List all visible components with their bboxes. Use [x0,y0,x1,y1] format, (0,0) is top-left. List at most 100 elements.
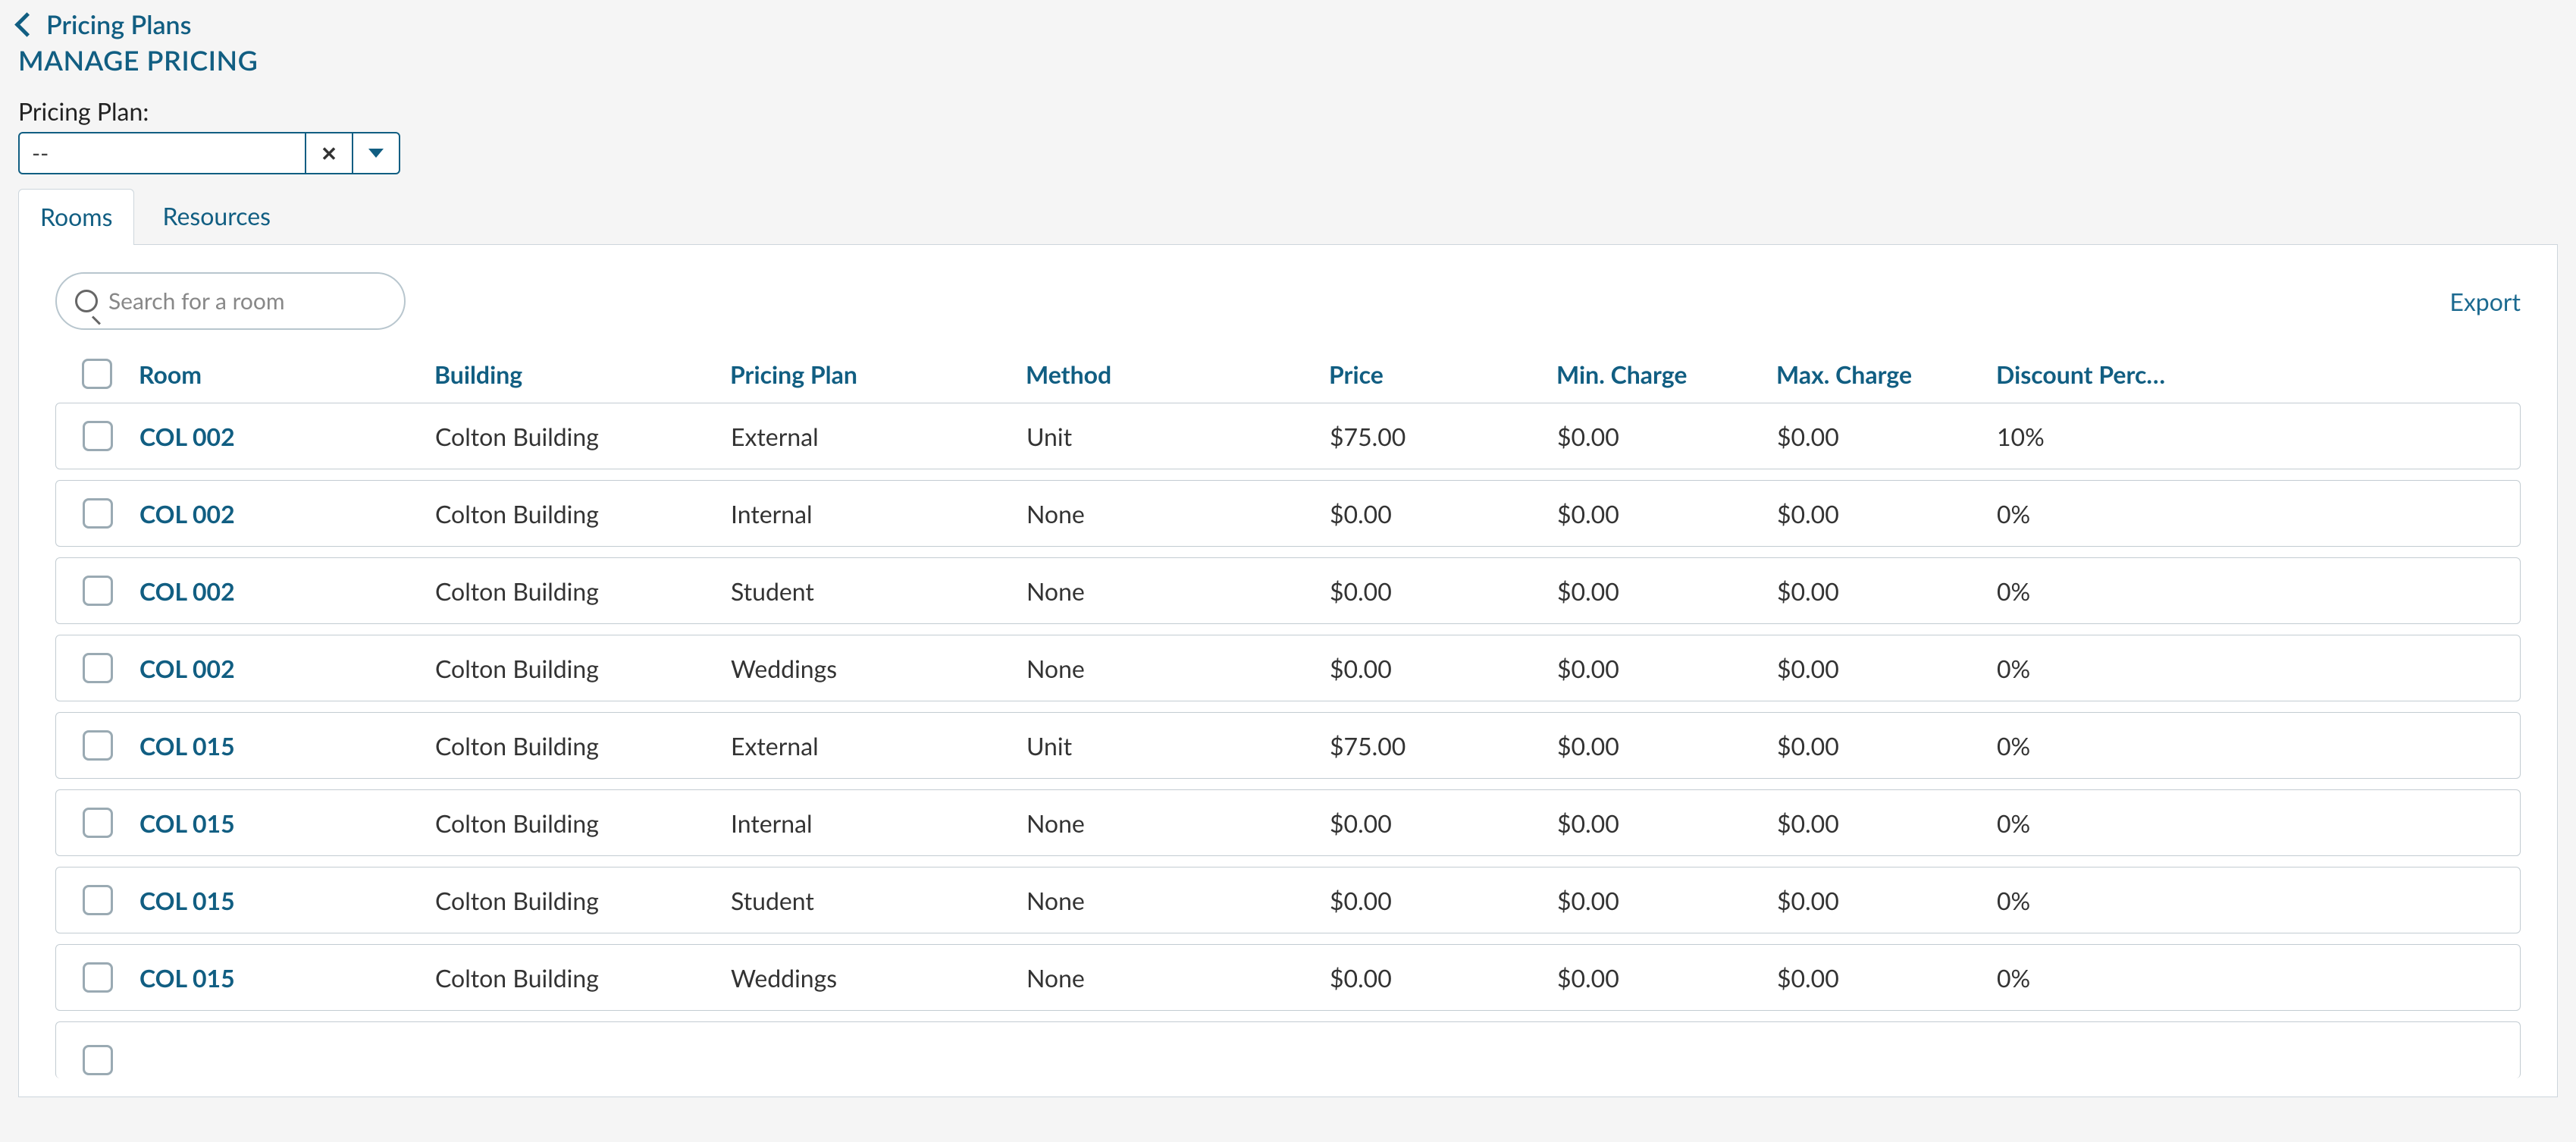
cell-disc: 0% [1997,576,2520,606]
pricing-plan-clear-button[interactable]: ✕ [305,133,352,173]
cell-price: $75.00 [1330,731,1557,761]
cell-building: Colton Building [435,808,731,838]
rooms-grid: Room Building Pricing Plan Method Price … [55,348,2521,1078]
room-search[interactable] [55,272,406,330]
row-checkbox[interactable] [56,421,139,451]
cell-method: None [1026,886,1330,915]
checkbox-icon [83,576,113,606]
toolbar: Export [55,272,2521,330]
cell-plan: Internal [731,808,1026,838]
cell-disc: 0% [1997,654,2520,683]
chevron-left-icon [14,12,39,37]
cell-max: $0.00 [1777,422,1997,451]
row-checkbox[interactable] [56,808,139,838]
cell-price: $0.00 [1330,808,1557,838]
cell-room[interactable]: COL 002 [139,576,435,606]
chevron-down-icon [368,149,384,158]
cell-min: $0.00 [1557,808,1777,838]
header-max[interactable]: Max. Charge [1776,359,1996,389]
cell-max: $0.00 [1777,808,1997,838]
table-row[interactable]: COL 015Colton BuildingInternalNone$0.00$… [55,789,2521,856]
cell-max: $0.00 [1777,886,1997,915]
pricing-plan-label: Pricing Plan: [18,96,2558,126]
table-row[interactable]: COL 002Colton BuildingInternalNone$0.00$… [55,480,2521,547]
table-row[interactable]: COL 015Colton BuildingStudentNone $0.00$0… [55,867,2521,933]
cell-building: Colton Building [435,422,731,451]
table-row[interactable] [55,1021,2521,1078]
header-price[interactable]: Price [1329,359,1556,389]
checkbox-icon [83,808,113,838]
cell-price: $75.00 [1330,422,1557,451]
cell-room[interactable]: COL 015 [139,886,435,915]
cell-building: Colton Building [435,499,731,529]
cell-building: Colton Building [435,886,731,915]
cell-price: $0.00 [1330,576,1557,606]
cell-plan: Student [731,886,1026,915]
cell-building: Colton Building [435,654,731,683]
cell-method: None [1026,576,1330,606]
cell-plan: External [731,731,1026,761]
row-checkbox[interactable] [56,498,139,529]
breadcrumb[interactable]: Pricing Plans [0,0,2576,43]
pricing-plan-dropdown-button[interactable] [352,133,399,173]
cell-min: $0.00 [1557,886,1777,915]
header-select-all[interactable] [55,359,139,389]
cell-room[interactable]: COL 002 [139,422,435,451]
tab-resources[interactable]: Resources [140,188,292,244]
rooms-panel: Export Room Building Pricing Plan Method… [18,244,2558,1097]
cell-plan: Weddings [731,654,1026,683]
header-min[interactable]: Min. Charge [1556,359,1776,389]
table-row[interactable]: COL 015Colton BuildingWeddingsNone$0.00$… [55,944,2521,1011]
table-row[interactable]: COL 002Colton BuildingStudentNone$0.00$0… [55,557,2521,624]
cell-room[interactable]: COL 015 [139,808,435,838]
table-row[interactable]: COL 015Colton BuildingExternalUnit$75.00… [55,712,2521,779]
row-checkbox[interactable] [56,653,139,683]
row-checkbox[interactable] [56,1045,139,1075]
row-checkbox[interactable] [56,730,139,761]
cell-min: $0.00 [1557,963,1777,993]
cell-min: $0.00 [1557,576,1777,606]
cell-disc: 0% [1997,886,2520,915]
cell-room[interactable]: COL 002 [139,654,435,683]
header-building[interactable]: Building [434,359,730,389]
tab-rooms[interactable]: Rooms [18,189,134,245]
grid-header: Room Building Pricing Plan Method Price … [55,348,2521,403]
cell-min: $0.00 [1557,422,1777,451]
cell-max: $0.00 [1777,654,1997,683]
row-checkbox[interactable] [56,885,139,915]
cell-min: $0.00 [1557,499,1777,529]
header-plan[interactable]: Pricing Plan [730,359,1026,389]
header-disc[interactable]: Discount Perc… [1996,359,2521,389]
cell-method: None [1026,808,1330,838]
export-link[interactable]: Export [2449,287,2521,316]
header-method[interactable]: Method [1026,359,1329,389]
row-checkbox[interactable] [56,576,139,606]
cell-room[interactable]: COL 015 [139,963,435,993]
cell-building: Colton Building [435,963,731,993]
cell-max: $0.00 [1777,499,1997,529]
cell-room[interactable]: COL 015 [139,731,435,761]
cell-disc: 10% [1997,422,2520,451]
cell-method: None [1026,963,1330,993]
cell-room[interactable]: COL 002 [139,499,435,529]
row-checkbox[interactable] [56,962,139,993]
cell-method: Unit [1026,731,1330,761]
cell-price: $0.00 [1330,499,1557,529]
pricing-plan-value: -- [20,133,305,173]
search-input[interactable] [107,287,386,315]
checkbox-icon [82,359,112,389]
cell-disc: 0% [1997,963,2520,993]
pricing-plan-select[interactable]: -- ✕ [18,132,400,174]
header-room[interactable]: Room [139,359,434,389]
search-icon [75,290,98,312]
cell-plan: Student [731,576,1026,606]
breadcrumb-label: Pricing Plans [46,9,191,40]
close-icon: ✕ [321,143,337,163]
cell-price: $0.00 [1330,963,1557,993]
cell-min: $0.00 [1557,654,1777,683]
checkbox-icon [83,962,113,993]
table-row[interactable]: COL 002Colton BuildingWeddingsNone$0.00$… [55,635,2521,701]
cell-min: $0.00 [1557,731,1777,761]
cell-method: Unit [1026,422,1330,451]
table-row[interactable]: COL 002Colton BuildingExternalUnit$75.00… [55,403,2521,469]
